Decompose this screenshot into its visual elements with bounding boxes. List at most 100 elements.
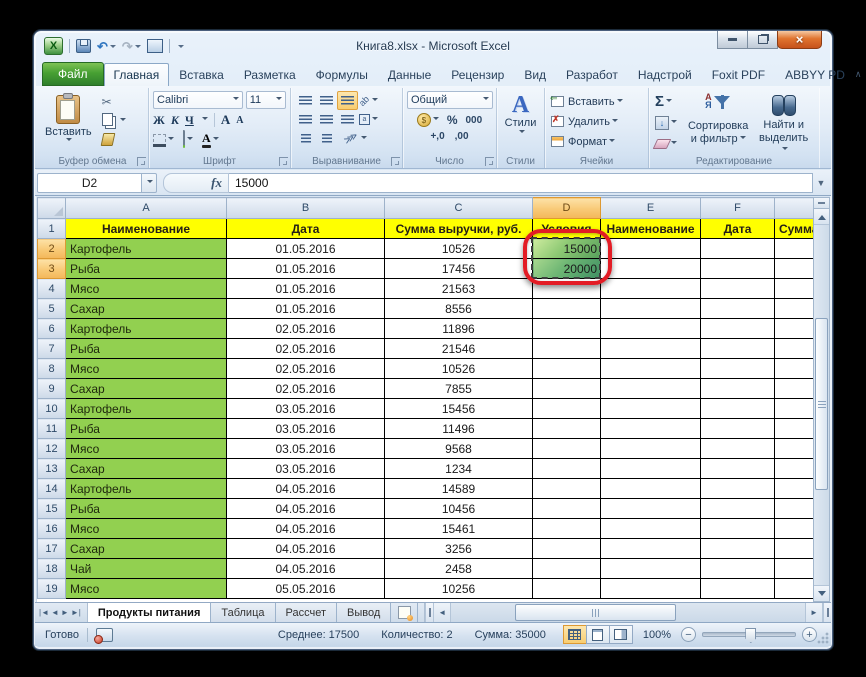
cell-empty[interactable] [775, 539, 814, 559]
cell-empty[interactable] [775, 299, 814, 319]
row-header-7[interactable]: 7 [38, 339, 66, 359]
column-header-F[interactable]: F [701, 198, 775, 219]
cell-date[interactable]: 03.05.2016 [227, 439, 385, 459]
grow-font-button[interactable]: А [221, 112, 230, 128]
cell-empty[interactable] [701, 339, 775, 359]
ribbon-tab-формулы[interactable]: Формулы [306, 63, 378, 86]
cell-empty[interactable] [601, 319, 701, 339]
row-header-13[interactable]: 13 [38, 459, 66, 479]
zoom-slider-thumb[interactable] [745, 628, 756, 643]
cell-sum[interactable]: 11896 [385, 319, 533, 339]
customize-qat-button[interactable] [176, 41, 184, 51]
name-box[interactable]: D2 [37, 173, 142, 193]
cell-empty[interactable] [701, 419, 775, 439]
cell-name[interactable]: Рыба [66, 499, 227, 519]
font-family-combo[interactable]: Calibri [153, 91, 243, 109]
cell-date[interactable]: 05.05.2016 [227, 579, 385, 599]
cell-empty[interactable] [775, 259, 814, 279]
cell-date[interactable]: 04.05.2016 [227, 479, 385, 499]
format-cells-button[interactable]: Формат [549, 133, 644, 150]
next-sheet-button[interactable]: ► [61, 609, 69, 617]
cell-date[interactable]: 01.05.2016 [227, 239, 385, 259]
cell-name[interactable]: Сахар [66, 379, 227, 399]
row-header-3[interactable]: 3 [38, 259, 66, 279]
row-header-19[interactable]: 19 [38, 579, 66, 599]
cell-condition[interactable] [533, 319, 601, 339]
header-cell[interactable]: Дата [227, 219, 385, 239]
cell-sum[interactable]: 15461 [385, 519, 533, 539]
cell-name[interactable]: Сахар [66, 459, 227, 479]
split-handle[interactable] [425, 603, 433, 622]
shrink-font-button[interactable]: А [236, 115, 243, 126]
insert-cells-button[interactable]: Вставить [549, 93, 644, 110]
cell-empty[interactable] [701, 559, 775, 579]
formula-input[interactable]: 15000 [229, 173, 813, 193]
cell-sum[interactable]: 7855 [385, 379, 533, 399]
cell-empty[interactable] [701, 519, 775, 539]
cell-sum[interactable]: 10456 [385, 499, 533, 519]
cell-empty[interactable] [775, 399, 814, 419]
dialog-launcher-icon[interactable] [485, 157, 494, 166]
cell-sum[interactable]: 9568 [385, 439, 533, 459]
align-middle-button[interactable] [316, 91, 337, 110]
cell-empty[interactable] [775, 379, 814, 399]
cell-condition[interactable] [533, 399, 601, 419]
row-header-17[interactable]: 17 [38, 539, 66, 559]
cell-empty[interactable] [701, 579, 775, 599]
collapse-ribbon-icon[interactable]: ∧ [855, 69, 862, 80]
cell-name[interactable]: Мясо [66, 359, 227, 379]
cell-empty[interactable] [775, 479, 814, 499]
cut-button[interactable]: ✂ [100, 93, 128, 110]
cell-empty[interactable] [701, 279, 775, 299]
cell-date[interactable]: 02.05.2016 [227, 379, 385, 399]
column-header-A[interactable]: A [66, 198, 227, 219]
merge-center-button[interactable]: a [358, 110, 379, 129]
cell-date[interactable]: 03.05.2016 [227, 419, 385, 439]
column-header-D[interactable]: D [533, 198, 601, 219]
toggle-view-button[interactable] [147, 39, 163, 53]
save-button[interactable] [76, 39, 91, 53]
cell-empty[interactable] [701, 399, 775, 419]
cell-date[interactable]: 02.05.2016 [227, 359, 385, 379]
vertical-scrollbar[interactable] [813, 197, 830, 602]
cell-date[interactable]: 04.05.2016 [227, 499, 385, 519]
cell-condition[interactable] [533, 419, 601, 439]
cell-name[interactable]: Рыба [66, 339, 227, 359]
align-center-button[interactable] [316, 110, 337, 129]
decrease-decimal-button[interactable]: ,00 [455, 131, 469, 142]
find-select-button[interactable]: Найти и выделить [752, 91, 815, 159]
autosum-button[interactable]: Σ [653, 93, 684, 110]
restore-button[interactable] [747, 31, 778, 49]
percent-button[interactable]: % [447, 113, 458, 127]
cell-date[interactable]: 03.05.2016 [227, 399, 385, 419]
sheet-tab-вывод[interactable]: Вывод [337, 603, 391, 622]
cell-date[interactable]: 04.05.2016 [227, 539, 385, 559]
cell-empty[interactable] [775, 279, 814, 299]
cell-empty[interactable] [701, 359, 775, 379]
cell-empty[interactable] [601, 479, 701, 499]
cell-condition[interactable] [533, 559, 601, 579]
last-sheet-button[interactable]: ►| [71, 609, 81, 617]
cell-condition[interactable]: 15000 [533, 239, 601, 259]
row-header-12[interactable]: 12 [38, 439, 66, 459]
sheet-tab-таблица[interactable]: Таблица [211, 603, 275, 622]
cell-condition[interactable] [533, 439, 601, 459]
cell-empty[interactable] [601, 359, 701, 379]
font-size-combo[interactable]: 11 [246, 91, 286, 109]
cell-empty[interactable] [601, 579, 701, 599]
row-header-5[interactable]: 5 [38, 299, 66, 319]
cell-empty[interactable] [701, 459, 775, 479]
cell-empty[interactable] [701, 439, 775, 459]
cell-empty[interactable] [601, 339, 701, 359]
dialog-launcher-icon[interactable] [137, 157, 146, 166]
expand-formula-bar-icon[interactable]: ▼ [813, 174, 829, 192]
font-color-button[interactable]: А [202, 132, 219, 148]
cell-name[interactable]: Чай [66, 559, 227, 579]
column-header-C[interactable]: C [385, 198, 533, 219]
cell-condition[interactable]: 20000 [533, 259, 601, 279]
cell-empty[interactable] [601, 379, 701, 399]
column-header-B[interactable]: B [227, 198, 385, 219]
cell-empty[interactable] [601, 239, 701, 259]
minimize-button[interactable] [717, 31, 748, 49]
fill-button[interactable]: ↓ [653, 114, 684, 131]
